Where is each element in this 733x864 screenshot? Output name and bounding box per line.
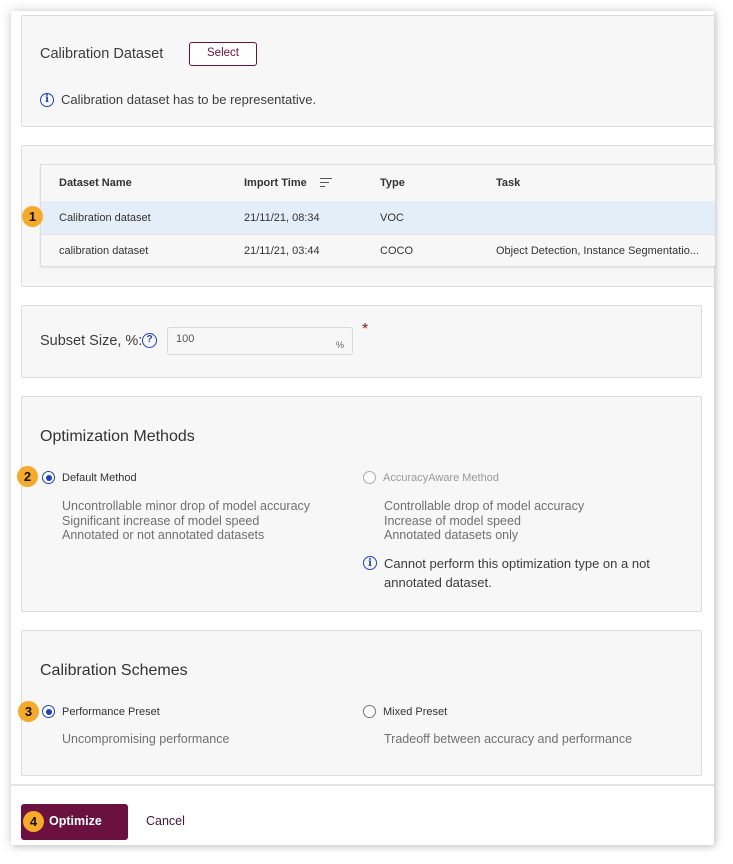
dataset-name-cell: Calibration dataset <box>59 211 151 224</box>
subset-size-label: Subset Size, %: <box>40 333 143 349</box>
accuracyaware-warning-text: Cannot perform this optimization type on… <box>384 556 650 590</box>
table-row[interactable]: calibration dataset 21/11/21, 03:44 COCO… <box>41 235 715 267</box>
mixed-preset-description: Tradeoff between accuracy and performanc… <box>384 732 633 746</box>
required-asterisk: * <box>362 321 369 338</box>
default-method-radio[interactable]: Default Method <box>42 471 137 484</box>
default-method-description: Uncontrollable minor drop of model accur… <box>62 499 310 543</box>
subset-size-value: 100 <box>176 333 195 345</box>
description-line: Annotated or not annotated datasets <box>62 528 265 542</box>
description-line: Annotated datasets only <box>384 528 519 542</box>
accuracyaware-method-description: Controllable drop of model accuracy Incr… <box>384 499 584 543</box>
type-cell: VOC <box>380 211 404 224</box>
optimization-methods-title: Optimization Methods <box>40 428 195 445</box>
subset-size-unit: % <box>335 340 344 350</box>
radio-checked-icon[interactable] <box>42 705 55 718</box>
dataset-table-card: Dataset Name Import Time Type Task Calib… <box>21 145 715 287</box>
description-line: Uncontrollable minor drop of model accur… <box>62 499 311 513</box>
radio-unchecked-icon[interactable] <box>363 705 376 718</box>
step-badge-1: 1 <box>22 206 43 227</box>
accuracyaware-method-label: AccuracyAware Method <box>383 471 499 484</box>
accuracyaware-method-radio[interactable]: AccuracyAware Method <box>363 471 499 484</box>
calibration-info: i Calibration dataset has to be represen… <box>40 92 316 107</box>
cancel-button[interactable]: Cancel <box>146 814 185 828</box>
description-line: Significant increase of model speed <box>62 513 260 528</box>
calibration-schemes-title: Calibration Schemes <box>40 662 188 679</box>
radio-checked-icon[interactable] <box>42 471 55 484</box>
mixed-preset-radio[interactable]: Mixed Preset <box>363 705 447 718</box>
description-line: Increase of model speed <box>384 513 521 528</box>
column-header-task[interactable]: Task <box>496 177 520 189</box>
footer-divider <box>11 784 714 786</box>
radio-unchecked-icon[interactable] <box>363 471 376 484</box>
dataset-table: Dataset Name Import Time Type Task Calib… <box>40 164 715 267</box>
column-header-import-time[interactable]: Import Time <box>244 177 332 189</box>
performance-preset-label: Performance Preset <box>62 705 160 718</box>
accuracyaware-warning: i Cannot perform this optimization type … <box>363 554 663 592</box>
step-badge-4: 4 <box>23 811 44 832</box>
calibration-dataset-label: Calibration Dataset <box>40 46 164 62</box>
description-line: Controllable drop of model accuracy <box>384 499 585 513</box>
optimize-button-label: Optimize <box>49 814 102 828</box>
mixed-preset-label: Mixed Preset <box>383 705 448 718</box>
optimize-button[interactable]: 4 Optimize <box>21 804 128 840</box>
performance-preset-radio[interactable]: Performance Preset <box>42 705 160 718</box>
column-header-import-time-label: Import Time <box>244 177 307 189</box>
type-cell: COCO <box>380 245 413 257</box>
import-time-cell: 21/11/21, 08:34 <box>244 211 320 224</box>
select-dataset-button[interactable]: Select <box>189 42 257 66</box>
info-icon: i <box>40 92 54 107</box>
calibration-dataset-card: Calibration Dataset Select i Calibration… <box>21 15 714 127</box>
optimization-panel: Calibration Dataset Select i Calibration… <box>11 11 715 845</box>
performance-preset-description: Uncompromising performance <box>62 732 230 746</box>
step-badge-3: 3 <box>18 701 39 722</box>
column-header-dataset-name[interactable]: Dataset Name <box>59 177 132 189</box>
optimization-methods-card: Optimization Methods Default Method Unco… <box>21 396 702 612</box>
sort-icon[interactable] <box>319 177 332 188</box>
calibration-schemes-card: Calibration Schemes Performance Preset U… <box>21 630 702 776</box>
task-cell: Object Detection, Instance Segmentatio..… <box>496 245 700 257</box>
calibration-info-text: Calibration dataset has to be representa… <box>61 92 317 107</box>
subset-size-card: Subset Size, %: ? 100 % * <box>21 305 702 378</box>
step-badge-2: 2 <box>17 466 38 487</box>
table-header: Dataset Name Import Time Type Task <box>41 165 715 202</box>
info-icon: i <box>363 556 377 570</box>
question-circle-icon[interactable]: ? <box>142 333 157 348</box>
default-method-label: Default Method <box>62 471 137 484</box>
import-time-cell: 21/11/21, 03:44 <box>244 245 320 257</box>
subset-size-input[interactable]: 100 % <box>167 327 353 355</box>
table-row[interactable]: Calibration dataset 21/11/21, 08:34 VOC <box>41 201 715 235</box>
dataset-name-cell: calibration dataset <box>59 245 149 257</box>
column-header-type[interactable]: Type <box>380 177 405 189</box>
